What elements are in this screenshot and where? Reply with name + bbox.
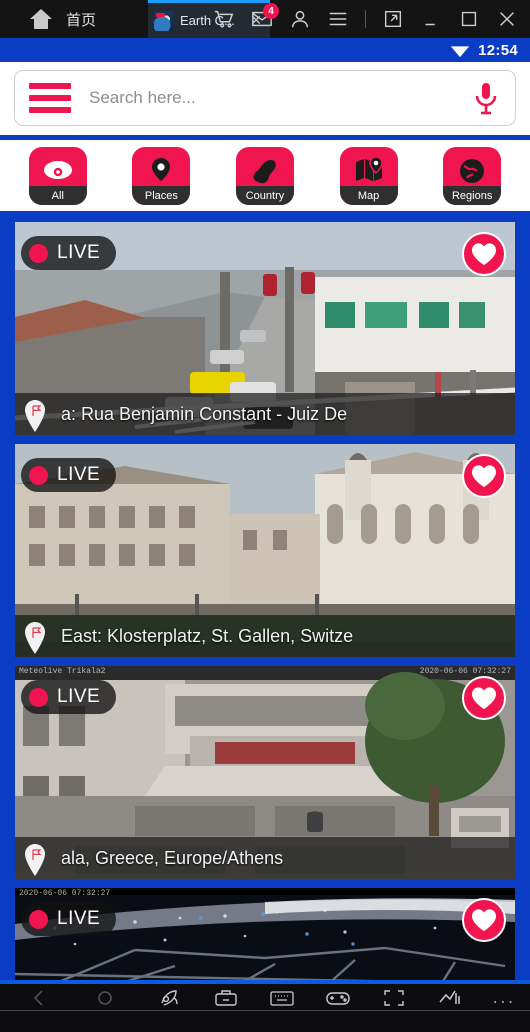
favorite-button[interactable] <box>462 898 506 942</box>
back-icon[interactable] <box>26 987 52 1009</box>
favorite-button[interactable] <box>462 232 506 276</box>
mail-icon[interactable]: 4 <box>251 3 279 30</box>
status-clock: 12:54 <box>478 41 518 59</box>
home-tab[interactable]: 首页 <box>0 9 96 30</box>
live-badge: LIVE <box>21 680 117 714</box>
camera-caption-text: ala, Greece, Europe/Athens <box>61 847 284 868</box>
camera-caption-text: a: Rua Benjamin Constant - Juiz De <box>61 403 348 424</box>
gamepad-icon[interactable] <box>325 987 351 1009</box>
camera-card[interactable]: Meteolive Trikala2 2020-06-06 07:32:27 L… <box>15 666 515 879</box>
category-places-label: Places <box>132 186 191 205</box>
favorite-button[interactable] <box>462 676 506 720</box>
cart-icon[interactable] <box>213 8 235 30</box>
close-window-icon[interactable] <box>496 8 518 30</box>
live-label: LIVE <box>57 908 101 929</box>
location-pin-icon <box>15 395 55 433</box>
live-badge: LIVE <box>21 236 117 270</box>
category-regions[interactable]: Regions <box>443 147 502 205</box>
heart-icon <box>472 909 496 931</box>
camera-caption-text: East: Klosterplatz, St. Gallen, Switze <box>61 625 354 646</box>
category-map-label: Map <box>339 186 398 205</box>
location-pin-icon <box>15 617 55 655</box>
emulator-window: 首页 Earth C... ✕ 4 12:54 Search here... A… <box>0 0 530 1032</box>
keyboard-icon[interactable] <box>269 987 295 1009</box>
maximize-window-icon[interactable] <box>458 8 480 30</box>
titlebar-divider <box>365 10 366 28</box>
home-tab-label: 首页 <box>66 11 97 29</box>
category-places[interactable]: Places <box>132 147 191 205</box>
location-pin-icon <box>152 158 171 181</box>
category-country[interactable]: Country <box>235 147 294 205</box>
android-status-bar: 12:54 <box>0 38 530 62</box>
search-input[interactable] <box>89 88 455 108</box>
live-indicator-dot <box>29 243 48 263</box>
category-country-label: Country <box>235 186 294 205</box>
country-shape-icon <box>253 160 276 184</box>
hamburger-icon[interactable] <box>29 83 71 113</box>
account-icon[interactable] <box>289 8 311 30</box>
rocket-icon[interactable] <box>157 987 183 1009</box>
menu-icon[interactable] <box>327 8 349 30</box>
map-pin-icon <box>355 157 383 181</box>
favorite-button[interactable] <box>462 454 506 498</box>
live-badge: LIVE <box>21 458 117 492</box>
live-indicator-dot <box>29 465 48 485</box>
camera-feed-list: LIVE a: Rua Benjamin Constant - Juiz De <box>0 222 530 998</box>
camera-caption: ala, Greece, Europe/Athens <box>15 837 515 879</box>
location-pin-icon <box>15 839 55 877</box>
camera-card[interactable]: LIVE East: Klosterplatz, St. Gallen, Swi… <box>15 444 515 657</box>
emulator-titlebar: 首页 Earth C... ✕ 4 <box>0 0 530 38</box>
globe-icon <box>460 159 485 183</box>
camera-overlay-timestamp: 2020-06-06 07:32:27 <box>19 889 111 898</box>
category-map[interactable]: Map <box>339 147 398 205</box>
live-indicator-dot <box>29 687 48 707</box>
category-all[interactable]: All <box>28 147 87 205</box>
titlebar-actions: 4 <box>213 3 530 30</box>
volume-icon[interactable] <box>437 987 463 1009</box>
heart-icon <box>472 465 496 487</box>
camera-overlay-source: Meteolive Trikala2 <box>19 667 106 676</box>
live-label: LIVE <box>57 464 101 485</box>
live-indicator-dot <box>29 909 48 929</box>
emulator-bottom-bar: ... <box>0 980 530 1032</box>
category-regions-label: Regions <box>443 186 502 205</box>
home-circle-icon[interactable] <box>92 987 118 1009</box>
heart-icon <box>472 243 496 265</box>
minimize-window-icon[interactable] <box>420 8 442 30</box>
earth-camera-favicon <box>154 10 174 31</box>
camera-overlay-timestamp: 2020-06-06 07:32:27 <box>419 667 511 676</box>
category-all-label: All <box>28 186 87 205</box>
camera-card[interactable]: LIVE a: Rua Benjamin Constant - Juiz De <box>15 222 515 435</box>
live-badge: LIVE <box>21 902 117 936</box>
camera-caption: a: Rua Benjamin Constant - Juiz De <box>15 393 515 435</box>
fullscreen-icon[interactable] <box>381 987 407 1009</box>
category-strip: All Places Country Map Regions <box>0 135 530 216</box>
search-section <box>0 62 530 135</box>
heart-icon <box>472 687 496 709</box>
live-label: LIVE <box>57 242 101 263</box>
wifi-icon <box>450 43 470 58</box>
microphone-icon[interactable] <box>473 81 499 115</box>
restore-window-icon[interactable] <box>382 8 404 30</box>
search-bar[interactable] <box>14 70 516 126</box>
cctv-camera-icon <box>43 161 72 179</box>
home-icon <box>30 9 52 29</box>
camera-caption: East: Klosterplatz, St. Gallen, Switze <box>15 615 515 657</box>
live-label: LIVE <box>57 686 101 707</box>
toolbox-icon[interactable] <box>213 987 239 1009</box>
more-options-icon[interactable]: ... <box>493 988 516 1008</box>
mail-badge: 4 <box>263 3 279 19</box>
